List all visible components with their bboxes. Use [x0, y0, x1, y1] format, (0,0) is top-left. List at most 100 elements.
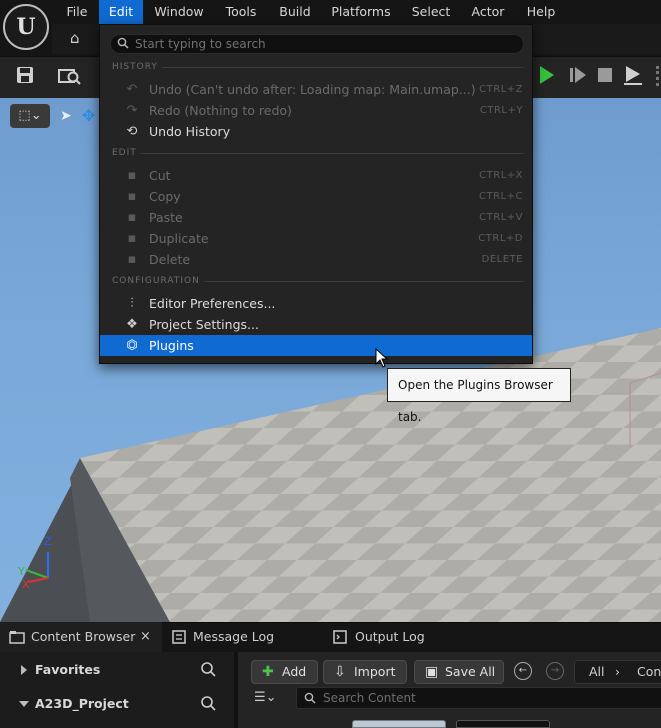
section-history: HISTORY: [112, 62, 158, 72]
delete-icon: ▪: [127, 252, 137, 267]
mouse-pointer-icon: [375, 348, 389, 368]
content-browser-sources: Favorites A23D_Project: [0, 652, 234, 728]
tab-content-browser[interactable]: Content Browser: [31, 622, 135, 652]
section-divider: [204, 281, 524, 282]
section-configuration: CONFIGURATION: [112, 276, 200, 286]
save-all-button[interactable]: ▣ Save All: [414, 660, 504, 684]
path-breadcrumb[interactable]: All › Cont: [574, 660, 661, 684]
menu-item-label: Project Settings...: [149, 317, 259, 332]
menu-item-project-settings[interactable]: ❖ Project Settings...: [100, 314, 532, 335]
favorites-row[interactable]: Favorites: [0, 654, 234, 686]
path-content[interactable]: Cont: [637, 661, 661, 683]
shortcut-text: CTRL+D: [478, 233, 523, 244]
copy-icon: ▪: [127, 189, 137, 204]
menu-item-undo[interactable]: ↶ Undo (Can't undo after: Loading map: M…: [100, 79, 532, 100]
search-icon[interactable]: [200, 695, 216, 711]
axis-z-label: Z: [44, 535, 52, 548]
history-forward-icon[interactable]: →: [546, 662, 564, 680]
asset-thumbnail[interactable]: [456, 720, 550, 728]
menu-item-cut[interactable]: ▪ Cut CTRL+X: [100, 165, 532, 186]
plugin-icon: ⏣: [126, 338, 138, 353]
menu-item-plugins[interactable]: ⏣ Plugins: [100, 335, 532, 356]
menu-platforms[interactable]: Platforms: [326, 0, 396, 24]
menu-item-label: Undo (Can't undo after: Loading map: Mai…: [149, 82, 476, 97]
eject-button[interactable]: [624, 66, 644, 86]
menu-search-input[interactable]: [135, 36, 515, 52]
menu-item-copy[interactable]: ▪ Copy CTRL+C: [100, 186, 532, 207]
menu-search-box[interactable]: [110, 34, 524, 54]
home-icon[interactable]: ⌂: [70, 30, 86, 46]
menu-item-label: Paste: [149, 210, 183, 225]
menu-item-label: Delete: [149, 252, 191, 267]
step-button[interactable]: [570, 67, 586, 83]
tab-message-log[interactable]: Message Log: [193, 622, 274, 652]
plus-icon: ✚: [262, 664, 274, 680]
menu-item-label: Redo (Nothing to redo): [149, 103, 292, 118]
menu-help[interactable]: Help: [518, 0, 564, 24]
paste-icon: ▪: [127, 210, 137, 225]
section-divider: [140, 153, 524, 154]
duplicate-icon: ▪: [127, 231, 137, 246]
menu-item-label: Duplicate: [149, 231, 209, 246]
shortcut-text: CTRL+Y: [479, 105, 523, 116]
plugins-tooltip: Open the Plugins Browser tab.: [387, 368, 571, 424]
menu-item-label: Cut: [149, 168, 171, 183]
viewport-select-mode-button[interactable]: ⬚⌄: [10, 104, 50, 128]
redo-icon: ↷: [126, 103, 138, 118]
shortcut-text: CTRL+C: [479, 191, 523, 202]
tab-output-log[interactable]: Output Log: [355, 622, 425, 652]
close-icon[interactable]: ×: [140, 622, 151, 652]
menu-item-undo-history[interactable]: ⟲ Undo History: [100, 121, 532, 142]
move-tool-icon[interactable]: ✥: [82, 106, 95, 125]
shortcut-text: CTRL+Z: [479, 84, 523, 95]
path-all[interactable]: All: [589, 661, 605, 683]
asset-thumbnail[interactable]: [352, 720, 446, 728]
play-button[interactable]: [540, 66, 554, 84]
menu-file[interactable]: File: [56, 0, 98, 24]
menu-item-duplicate[interactable]: ▪ Duplicate CTRL+D: [100, 228, 532, 249]
menu-item-paste[interactable]: ▪ Paste CTRL+V: [100, 207, 532, 228]
project-label: A23D_Project: [35, 696, 129, 711]
shortcut-text: CTRL+V: [479, 212, 523, 223]
menu-actor[interactable]: Actor: [464, 0, 512, 24]
select-cursor-icon[interactable]: ➤: [60, 108, 72, 124]
menu-edit[interactable]: Edit: [99, 0, 143, 24]
message-log-icon: [172, 630, 186, 644]
shortcut-text: CTRL+X: [479, 170, 523, 181]
project-row[interactable]: A23D_Project: [0, 688, 234, 720]
chevron-down-icon: [19, 701, 29, 707]
menu-item-redo[interactable]: ↷ Redo (Nothing to redo) CTRL+Y: [100, 100, 532, 121]
chevron-right-icon: [21, 665, 27, 675]
save-icon: ▣: [425, 664, 439, 680]
menu-item-delete[interactable]: ▪ Delete DELETE: [100, 249, 532, 270]
menu-select[interactable]: Select: [404, 0, 458, 24]
undo-icon: ↶: [126, 82, 138, 97]
project-settings-icon: ❖: [126, 317, 138, 332]
add-button[interactable]: ✚ Add: [251, 660, 318, 684]
stop-button[interactable]: [598, 68, 612, 82]
content-browser-icon: [9, 631, 25, 644]
import-label: Import: [354, 664, 396, 679]
content-search-input[interactable]: [323, 690, 653, 706]
axis-x-label: X: [22, 578, 30, 591]
unreal-logo[interactable]: U: [3, 4, 49, 50]
section-divider: [162, 67, 524, 68]
save-icon[interactable]: [16, 66, 34, 84]
import-button[interactable]: ⇩ Import: [323, 660, 407, 684]
search-icon: [117, 37, 129, 49]
toolbar-overflow[interactable]: [656, 66, 659, 86]
content-search-box[interactable]: [296, 687, 661, 709]
favorites-label: Favorites: [35, 662, 101, 677]
shortcut-text: DELETE: [481, 254, 523, 265]
browse-level-icon[interactable]: [58, 66, 82, 86]
menu-build[interactable]: Build: [272, 0, 318, 24]
history-back-icon[interactable]: ←: [514, 662, 532, 680]
menu-item-label: Editor Preferences...: [149, 296, 276, 311]
menu-tools[interactable]: Tools: [218, 0, 264, 24]
axis-y-label: Y: [18, 565, 25, 578]
search-icon[interactable]: [200, 661, 216, 677]
menu-item-label: Copy: [149, 189, 181, 204]
menu-window[interactable]: Window: [148, 0, 210, 24]
filter-icon[interactable]: ☰⌄: [254, 690, 284, 708]
menu-item-editor-preferences[interactable]: ⫶ Editor Preferences...: [100, 293, 532, 314]
